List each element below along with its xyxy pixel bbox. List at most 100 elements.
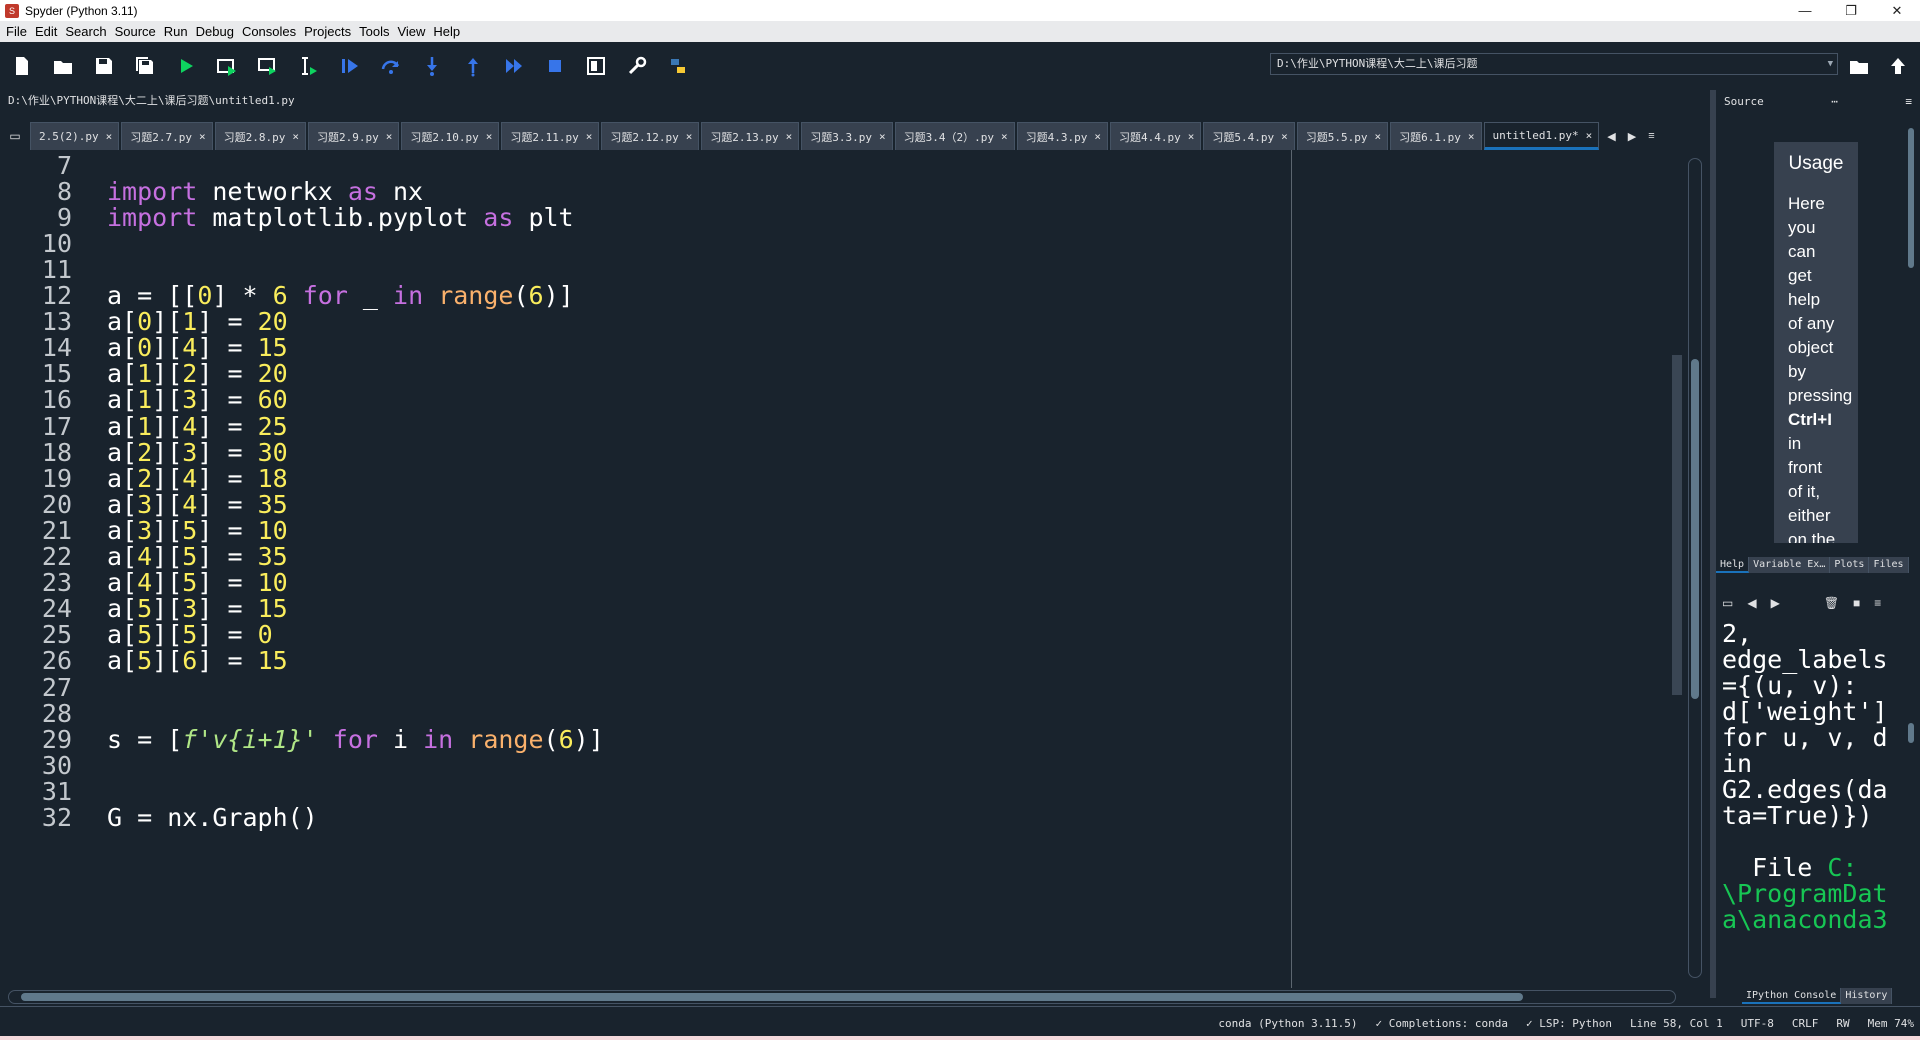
save-all-icon[interactable] (131, 52, 159, 80)
stop-icon[interactable] (541, 52, 569, 80)
menu-file[interactable]: File (6, 24, 27, 39)
open-file-icon[interactable] (49, 52, 77, 80)
continue-icon[interactable] (500, 52, 528, 80)
code-text: a[2][3] = 30 (107, 437, 288, 467)
preferences-icon[interactable] (623, 52, 651, 80)
help-pane-tabs: Help Variable Ex… Plots Files (1716, 557, 1909, 573)
pane-tab-help[interactable]: Help (1716, 557, 1750, 573)
console-scrollbar[interactable] (1906, 627, 1916, 977)
close-icon[interactable]: × (1468, 130, 1475, 143)
editor-vertical-scrollbar[interactable] (1688, 158, 1702, 978)
pane-tab-files[interactable]: Files (1869, 557, 1909, 573)
editor-tab[interactable]: 习题5.4.py × (1203, 122, 1295, 150)
editor-tab[interactable]: 习题2.7.py × (121, 122, 213, 150)
console-tab-ipython-console[interactable]: IPython Console (1742, 988, 1842, 1004)
trash-icon[interactable]: 🗑 (1824, 596, 1839, 610)
editor-tab[interactable]: 习题2.12.py × (601, 122, 700, 150)
status-environment[interactable]: conda (Python 3.11.5) (1218, 1017, 1357, 1030)
close-icon[interactable]: × (1586, 129, 1593, 142)
scrollbar-thumb[interactable] (1691, 359, 1699, 699)
close-icon[interactable]: × (386, 130, 393, 143)
close-icon[interactable]: × (1375, 130, 1382, 143)
close-icon[interactable]: × (686, 130, 693, 143)
console-line: \ProgramDat (1722, 879, 1888, 908)
help-scrollbar[interactable] (1906, 128, 1916, 543)
run-icon[interactable] (172, 52, 200, 80)
previous-tab-icon[interactable]: ◀ (1747, 596, 1756, 610)
console-menu-icon[interactable]: ≡ (1874, 596, 1881, 610)
editor-tab[interactable]: 习题5.5.py × (1296, 122, 1389, 150)
close-button[interactable]: ✕ (1874, 0, 1920, 21)
console-tab-history[interactable]: History (1841, 988, 1893, 1004)
pane-tab-plots[interactable]: Plots (1830, 557, 1870, 573)
scrollbar-thumb[interactable] (1908, 723, 1914, 743)
close-icon[interactable]: × (199, 130, 206, 143)
run-cell-advance-icon[interactable] (254, 52, 282, 80)
browse-tabs-icon[interactable]: ▭ (0, 122, 30, 150)
maximize-button[interactable]: ❐ (1828, 0, 1874, 21)
run-cell-icon[interactable] (213, 52, 241, 80)
close-icon[interactable]: × (1001, 130, 1008, 143)
menu-search[interactable]: Search (65, 24, 106, 39)
run-selection-icon[interactable] (295, 52, 323, 80)
pane-tab-variable-ex-[interactable]: Variable Ex… (1749, 557, 1831, 573)
editor-tab[interactable]: 习题6.1.py × (1390, 122, 1482, 150)
console-line: File C: (1722, 853, 1858, 882)
next-tab-icon[interactable]: ▶ (1771, 596, 1780, 610)
menu-projects[interactable]: Projects (304, 24, 351, 39)
scrollbar-thumb[interactable] (1908, 128, 1914, 268)
editor-tab[interactable]: 习题3.4（2）.py × (894, 122, 1015, 150)
code-editor[interactable]: 7 8 import networkx as nx 9 import matplotli… (0, 150, 1710, 988)
tab-menu-icon[interactable]: ≡ (1648, 130, 1654, 142)
editor-tab[interactable]: 习题2.11.py × (501, 122, 600, 150)
editor-tab[interactable]: 习题3.3.py × (801, 122, 893, 150)
menu-source[interactable]: Source (115, 24, 156, 39)
close-icon[interactable]: × (1281, 130, 1288, 143)
chevron-left-icon[interactable]: ◀ (1607, 130, 1615, 143)
editor-tab[interactable]: 习题4.3.py × (1016, 122, 1109, 150)
debug-icon[interactable] (336, 52, 364, 80)
browse-folder-icon[interactable] (1845, 52, 1873, 80)
console-browse-tabs-icon[interactable]: ▭ (1722, 596, 1733, 610)
menu-run[interactable]: Run (164, 24, 188, 39)
minimize-button[interactable]: — (1782, 0, 1828, 21)
chevron-right-icon[interactable]: ▶ (1628, 130, 1636, 143)
menu-debug[interactable]: Debug (196, 24, 234, 39)
menu-view[interactable]: View (397, 24, 425, 39)
close-icon[interactable]: × (106, 130, 113, 143)
step-into-icon[interactable] (418, 52, 446, 80)
new-file-icon[interactable] (8, 52, 36, 80)
editor-tab[interactable]: 习题4.4.py × (1110, 122, 1202, 150)
editor-horizontal-scrollbar[interactable] (8, 990, 1676, 1004)
stop-kernel-icon[interactable]: ■ (1853, 596, 1860, 610)
python-path-icon[interactable] (664, 52, 692, 80)
scrollbar-thumb[interactable] (21, 993, 1523, 1001)
close-icon[interactable]: × (1094, 130, 1101, 143)
close-icon[interactable]: × (486, 130, 493, 143)
pane-menu-icon[interactable]: ≡ (1905, 95, 1912, 108)
ipython-console-output[interactable]: 2, edge_labels ={(u, v): d['weight'] for u, … (1722, 621, 1906, 976)
close-icon[interactable]: × (786, 130, 793, 143)
menu-edit[interactable]: Edit (35, 24, 57, 39)
close-icon[interactable]: × (1188, 130, 1195, 143)
parent-directory-icon[interactable] (1884, 52, 1912, 80)
save-icon[interactable] (90, 52, 118, 80)
menu-help[interactable]: Help (433, 24, 460, 39)
maximize-pane-icon[interactable] (582, 52, 610, 80)
menu-consoles[interactable]: Consoles (242, 24, 296, 39)
editor-tab[interactable]: 2.5(2).py × (30, 122, 120, 150)
more-options-icon[interactable]: ⋯ (1831, 95, 1838, 108)
working-directory-field[interactable]: D:\作业\PYTHON课程\大二上\课后习题 ▼ (1270, 53, 1838, 75)
editor-tab[interactable]: 习题2.9.py × (307, 122, 400, 150)
chevron-down-icon[interactable]: ▼ (1828, 54, 1833, 74)
step-icon[interactable] (377, 52, 405, 80)
close-icon[interactable]: × (586, 130, 593, 143)
step-return-icon[interactable] (459, 52, 487, 80)
editor-tab[interactable]: 习题2.13.py × (701, 122, 800, 150)
editor-tab[interactable]: untitled1.py* × (1483, 122, 1600, 150)
menu-tools[interactable]: Tools (359, 24, 389, 39)
close-icon[interactable]: × (292, 130, 299, 143)
close-icon[interactable]: × (879, 130, 886, 143)
editor-tab[interactable]: 习题2.8.py × (214, 122, 306, 150)
editor-tab[interactable]: 习题2.10.py × (401, 122, 500, 150)
